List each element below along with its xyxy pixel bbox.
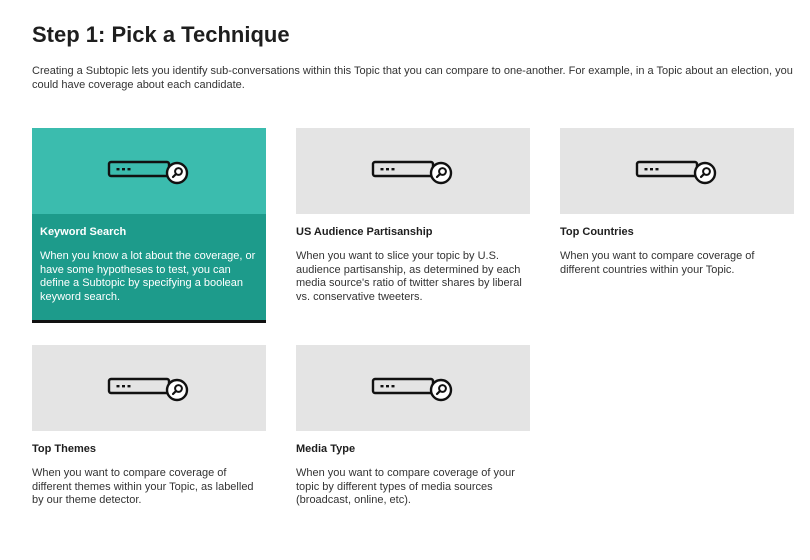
card-body: Top Countries When you want to compare c… xyxy=(560,214,794,277)
card-body: Top Themes When you want to compare cove… xyxy=(32,431,266,508)
technique-name: Keyword Search xyxy=(40,226,127,238)
search-bar-icon xyxy=(107,374,191,402)
search-bar-icon xyxy=(371,374,455,402)
technique-name: US Audience Partisanship xyxy=(296,226,433,238)
card-thumbnail xyxy=(560,128,794,214)
technique-card-keyword-search[interactable]: Keyword Search When you know a lot about… xyxy=(32,128,266,323)
technique-card-media-type[interactable]: Media Type When you want to compare cove… xyxy=(296,345,530,508)
technique-name: Media Type xyxy=(296,443,356,455)
card-body: Media Type When you want to compare cove… xyxy=(296,431,530,508)
pick-technique-page: Step 1: Pick a Technique Creating a Subt… xyxy=(0,0,810,560)
technique-card-top-countries[interactable]: Top Countries When you want to compare c… xyxy=(560,128,794,277)
card-body: US Audience Partisanship When you want t… xyxy=(296,214,530,304)
intro-text: Creating a Subtopic lets you identify su… xyxy=(32,65,793,91)
search-bar-icon xyxy=(371,157,455,185)
technique-name: Top Countries xyxy=(560,226,634,238)
technique-card-us-audience-partisanship[interactable]: US Audience Partisanship When you want t… xyxy=(296,128,530,304)
page-title: Step 1: Pick a Technique xyxy=(32,22,290,47)
card-thumbnail xyxy=(296,128,530,214)
technique-description: When you want to compare coverage of you… xyxy=(296,467,515,506)
card-body: Keyword Search When you know a lot about… xyxy=(32,214,266,323)
technique-name: Top Themes xyxy=(32,443,96,455)
card-thumbnail xyxy=(296,345,530,431)
card-thumbnail xyxy=(32,345,266,431)
technique-card-top-themes[interactable]: Top Themes When you want to compare cove… xyxy=(32,345,266,508)
search-bar-icon xyxy=(107,157,191,185)
search-bar-icon xyxy=(635,157,719,185)
technique-description: When you want to compare coverage of dif… xyxy=(560,250,755,276)
technique-description: When you know a lot about the coverage, … xyxy=(40,250,256,303)
card-thumbnail xyxy=(32,128,266,214)
technique-description: When you want to compare coverage of dif… xyxy=(32,467,254,506)
technique-description: When you want to slice your topic by U.S… xyxy=(296,250,522,303)
